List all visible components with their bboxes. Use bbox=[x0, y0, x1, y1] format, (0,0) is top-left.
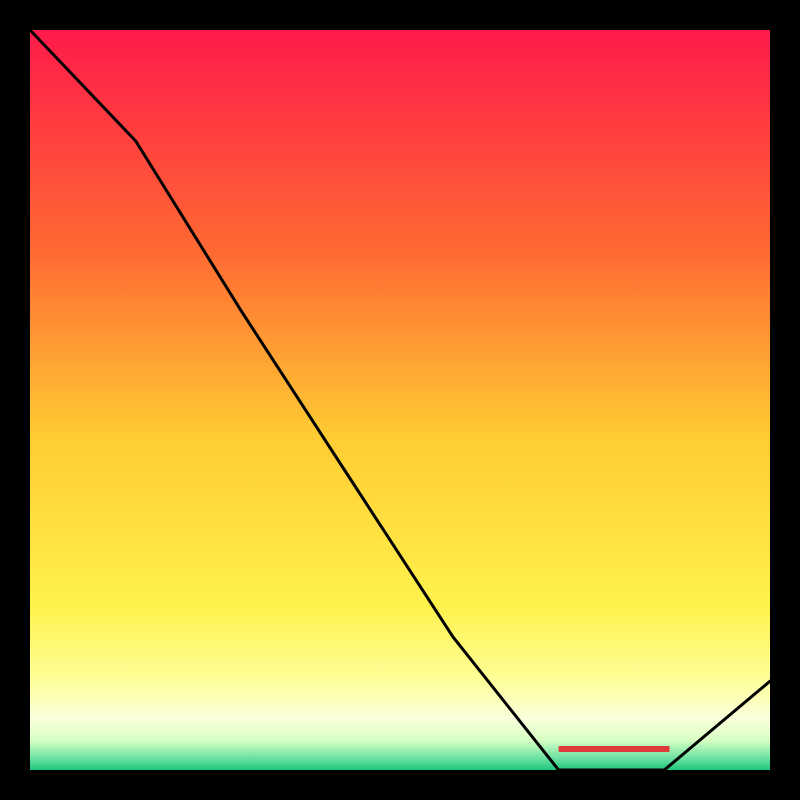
frame-left bbox=[0, 0, 30, 800]
valley-label-bar bbox=[559, 746, 670, 752]
chart-container: TheBottleneck.com bbox=[0, 0, 800, 800]
plot-background bbox=[30, 30, 770, 770]
bottleneck-heatmap-chart bbox=[0, 0, 800, 800]
frame-right bbox=[770, 0, 800, 800]
frame-bottom bbox=[0, 770, 800, 800]
frame-top bbox=[0, 0, 800, 30]
